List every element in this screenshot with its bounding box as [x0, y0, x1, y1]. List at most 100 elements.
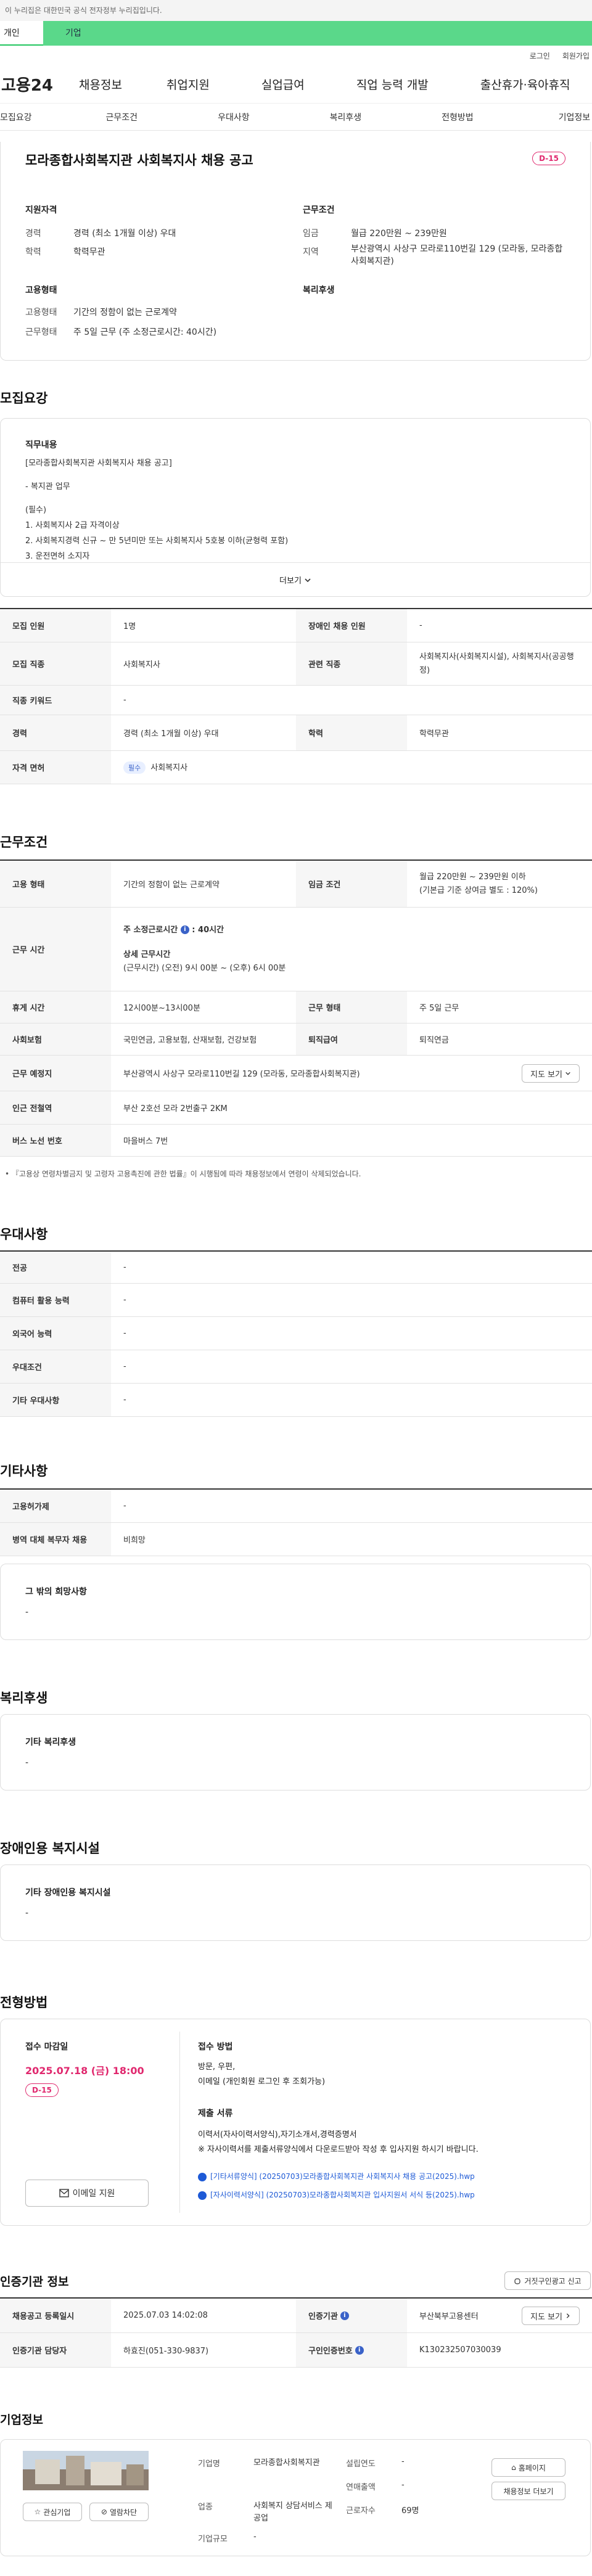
industry-value: 사회복지 상담서비스 제공업	[253, 2501, 332, 2523]
nav-employment-support[interactable]: 취업지원	[166, 76, 210, 92]
cert-title: 인증기관 정보	[0, 2275, 69, 2289]
wage-line: 월급 220만원 ~ 239만원 이하	[419, 872, 526, 882]
td-pref-etc: -	[123, 1395, 126, 1405]
docs-value: 이력서(자사이력서양식),자기소개서,경력증명서 ※ 자사이력서를 제출서류양식…	[198, 2128, 479, 2157]
star-icon: ☆	[34, 2508, 41, 2516]
chevron-down-icon	[305, 578, 311, 582]
welfare-card: 기타 복리후생 -	[0, 1714, 591, 1790]
subnav-recruit[interactable]: 모집요강	[0, 111, 32, 123]
subnav-company[interactable]: 기업정보	[559, 111, 591, 123]
size-label: 기업규모	[198, 2535, 228, 2544]
th-bus: 버스 노선 번호	[0, 1125, 111, 1156]
subnav-screening[interactable]: 전형방법	[442, 111, 474, 123]
signup-link[interactable]: 회원가입	[562, 51, 590, 61]
career-label: 경력	[25, 229, 41, 239]
login-link[interactable]: 로그인	[530, 51, 550, 61]
site-logo[interactable]: 고용24	[0, 73, 74, 96]
th-job-keyword: 직종 키워드	[0, 686, 111, 715]
more-jobs-button[interactable]: 채용정보 더보기	[491, 2482, 565, 2500]
th-pref-etc: 기타 우대사항	[0, 1384, 111, 1416]
qual-title: 지원자격	[25, 205, 57, 215]
tab-personal[interactable]: 개인	[0, 21, 43, 46]
favorite-label: 관심기업	[43, 2508, 71, 2517]
block-company-button[interactable]: ⊘ 열람차단	[89, 2503, 149, 2521]
disabled-card: 기타 장애인용 복지시설 -	[0, 1864, 591, 1941]
attachment-link[interactable]: [자사이력서양식] (20250703)모라종합사회복지관 입사지원서 서식 등…	[198, 2186, 475, 2204]
welfare-sub: 기타 복리후생	[25, 1737, 76, 1747]
wage-line: (기본급 기준 상여금 별도 : 120%)	[419, 885, 538, 895]
attachment-name: [자사이력서양식] (20250703)모라종합사회복지관 입사지원서 서식 등…	[210, 2191, 475, 2199]
dday-badge: D-15	[25, 2083, 59, 2097]
attachment-link[interactable]: [기타서류양식] (20250703)모라종합사회복지관 사회복지사 채용 공고…	[198, 2167, 475, 2186]
td-major: -	[123, 1263, 126, 1272]
table-row: 근무 시간 주 소정근로시간 i : 40시간 상세 근무시간 (근무시간) (…	[0, 908, 592, 991]
subnav-preferences[interactable]: 우대사항	[218, 111, 250, 123]
dday-badge: D-15	[532, 152, 565, 165]
nav-parental-leave[interactable]: 출산휴가·육아휴직	[480, 76, 570, 92]
duty-line: 1. 사회복지사 2급 자격이상	[25, 521, 120, 530]
duty-line: - 복지관 업무	[25, 482, 70, 491]
more-jobs-label: 채용정보 더보기	[503, 2487, 554, 2496]
td-pref-cond: -	[123, 1362, 126, 1371]
disabled-value: -	[25, 1908, 29, 1918]
method-value: 방문, 우편, 이메일 (개인회원 로그인 후 조회가능)	[198, 2060, 325, 2090]
homepage-button[interactable]: ⌂ 홈페이지	[491, 2458, 565, 2477]
career-value: 경력 (최소 1개월 이상) 우대	[73, 229, 176, 239]
company-name-label: 기업명	[198, 2459, 220, 2469]
pref-title: 우대사항	[0, 1227, 48, 1242]
edu-label: 학력	[25, 247, 41, 257]
info-icon[interactable]: i	[355, 2345, 364, 2355]
company-card: ☆ 관심기업 ⊘ 열람차단 기업명 모라종합사회복지관 설립연도 - 업종 사회복지…	[0, 2439, 591, 2556]
map-button[interactable]: 지도 보기	[522, 2307, 580, 2325]
worktype-label: 근무형태	[25, 327, 57, 337]
td-form: 주 5일 근무	[419, 1004, 459, 1013]
nav-job-training[interactable]: 직업 능력 개발	[356, 76, 429, 92]
age-notice: • 『고용상 연령차별금지 및 고령자 고용촉진에 관한 법률』이 시행됨에 따…	[5, 1170, 361, 1178]
user-type-tabs: 개인 기업	[0, 21, 592, 46]
weekly-hours-value: 40시간	[198, 925, 224, 935]
subnav-welfare[interactable]: 복리후생	[330, 111, 362, 123]
email-apply-button[interactable]: 이메일 지원	[25, 2180, 149, 2207]
table-row: 컴퓨터 활용 능력 -	[0, 1284, 592, 1317]
attachment-name: [기타서류양식] (20250703)모라종합사회복지관 사회복지사 채용 공고…	[210, 2172, 475, 2181]
welfare-value: -	[25, 1758, 29, 1768]
duty-title: 직무내용	[25, 440, 57, 450]
report-button[interactable]: 거짓구인광고 신고	[504, 2271, 591, 2290]
td-job: 사회복지사	[123, 660, 160, 670]
info-icon[interactable]: i	[340, 2311, 349, 2320]
subnav-conditions[interactable]: 근무조건	[106, 111, 138, 123]
download-icon	[198, 2172, 207, 2181]
th-form: 근무 형태	[296, 991, 407, 1023]
table-row: 자격 면허 필수 사회복지사	[0, 751, 592, 784]
td-emp: 기간의 정함이 없는 근로계약	[123, 880, 220, 890]
summary-card: 모라종합사회복지관 사회복지사 채용 공고 D-15 지원자격 경력 경력 (최…	[0, 142, 591, 361]
td-station: 부산 2호선 모라 2번출구 2KM	[123, 1104, 228, 1114]
td-permit: -	[123, 1501, 126, 1511]
screen-card: 접수 마감일 2025.07.18 (금) 18:00 D-15 이메일 지원 …	[0, 2019, 591, 2226]
td-manager: 하효진(051-330-9837)	[123, 2347, 209, 2356]
recruit-title: 모집요강	[0, 391, 48, 406]
more-button[interactable]: 더보기	[1, 562, 590, 597]
edu-value: 학력무관	[73, 247, 105, 257]
employees-value: 69명	[401, 2506, 419, 2516]
th-major: 전공	[0, 1252, 111, 1283]
table-row: 근무 예정지 부산광역시 사상구 모라로110번길 129 (모라동, 모라종합…	[0, 1056, 592, 1091]
info-icon[interactable]: i	[180, 925, 189, 934]
job-title: 모라종합사회복지관 사회복지사 채용 공고	[25, 153, 253, 168]
company-photo	[23, 2451, 149, 2490]
th-military: 병역 대체 복무자 채용	[0, 1523, 111, 1556]
map-button[interactable]: 지도 보기	[522, 1064, 580, 1083]
td-time: 주 소정근로시간 i : 40시간 상세 근무시간 (근무시간) (오전) 9시…	[111, 924, 298, 975]
nav-unemployment-benefit[interactable]: 실업급여	[261, 76, 305, 92]
td-break: 12시00분~13시00분	[123, 1004, 200, 1013]
favorite-company-button[interactable]: ☆ 관심기업	[23, 2503, 82, 2521]
map-label: 지도 보기	[530, 1070, 562, 1080]
chevron-down-icon	[565, 1072, 570, 1075]
table-row: 인근 전철역 부산 2호선 모라 2번출구 2KM	[0, 1091, 592, 1125]
tab-company[interactable]: 기업	[43, 21, 592, 46]
table-row: 병역 대체 복무자 채용 비희망	[0, 1523, 592, 1556]
th-language: 외국어 능력	[0, 1317, 111, 1350]
detail-hours-label: 상세 근무시간	[123, 950, 171, 959]
deadline-value: 2025.07.18 (금) 18:00	[25, 2065, 144, 2077]
nav-jobs[interactable]: 채용정보	[79, 76, 122, 92]
